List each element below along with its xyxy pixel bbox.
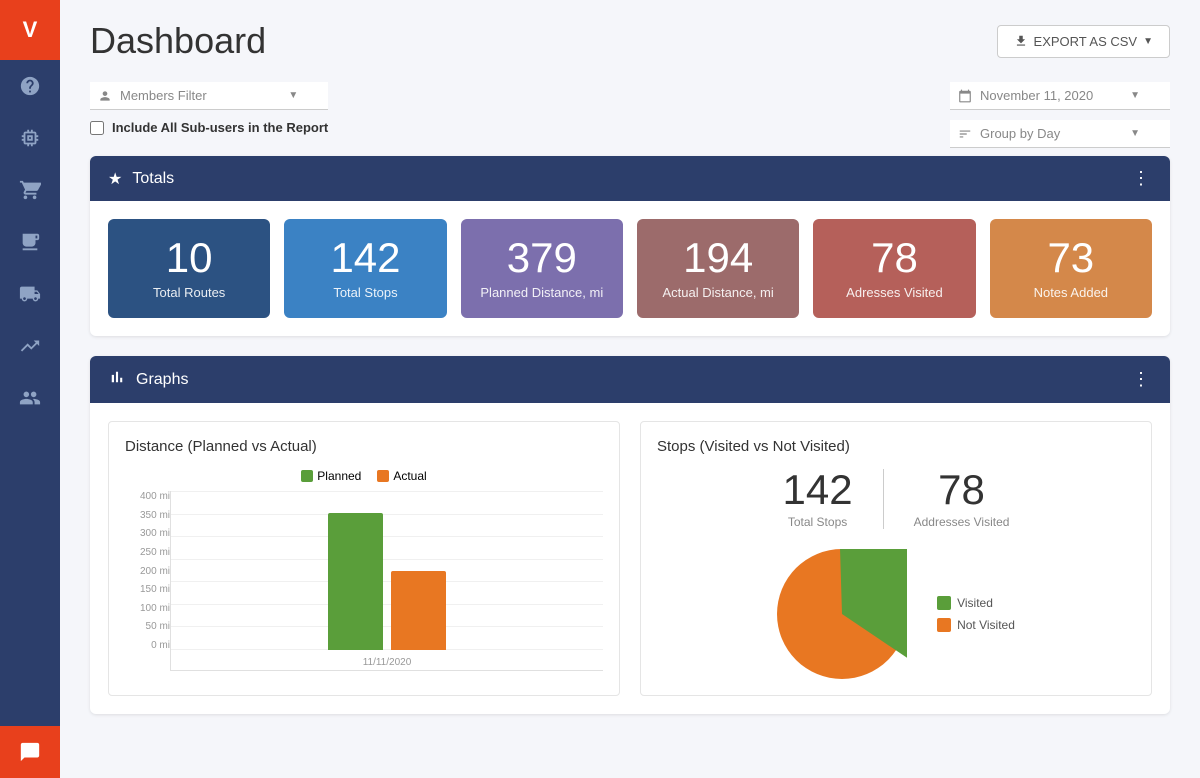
group-by-arrow: ▼ [1130, 128, 1140, 139]
addresses-num: 78 [827, 237, 961, 279]
total-card-stops: 142 Total Stops [284, 219, 446, 318]
totals-star-icon: ★ [108, 169, 122, 189]
graphs-header-left: Graphs [108, 368, 188, 391]
stops-label: Total Stops [298, 285, 432, 300]
legend-actual: Actual [377, 469, 426, 483]
bars-row [181, 491, 593, 650]
sidebar-logo[interactable]: V [0, 0, 60, 60]
date-filter-dropdown[interactable]: November 11, 2020 ▼ [950, 82, 1170, 110]
graphs-title: Graphs [136, 371, 188, 389]
pie-total-stops-num: 142 [783, 469, 853, 511]
members-filter-label: Members Filter [120, 88, 207, 103]
total-card-actual: 194 Actual Distance, mi [637, 219, 799, 318]
pie-total-stops-label: Total Stops [783, 515, 853, 529]
include-subusers-row: Include All Sub-users in the Report [90, 120, 328, 135]
stops-num: 142 [298, 237, 432, 279]
actual-label: Actual Distance, mi [651, 285, 785, 300]
pie-stat-stops: 142 Total Stops [753, 469, 883, 529]
x-axis-label: 11/11/2020 [171, 657, 603, 668]
graphs-menu-icon[interactable]: ⋮ [1132, 369, 1152, 390]
members-filter-arrow: ▼ [288, 90, 298, 101]
export-csv-button[interactable]: EXPORT AS CSV ▼ [997, 25, 1170, 58]
addresses-label: Adresses Visited [827, 285, 961, 300]
date-filter-arrow: ▼ [1130, 90, 1140, 101]
totals-header-left: ★ Totals [108, 169, 174, 189]
export-chevron-icon: ▼ [1143, 36, 1153, 47]
bar-planned [328, 513, 383, 650]
legend-visited-label: Visited [957, 596, 993, 610]
notes-label: Notes Added [1004, 285, 1138, 300]
pie-stats: 142 Total Stops 78 Addresses Visited [657, 469, 1135, 529]
routes-label: Total Routes [122, 285, 256, 300]
sidebar-item-vehicles[interactable] [0, 268, 60, 320]
pie-chart-title: Stops (Visited vs Not Visited) [657, 438, 1135, 455]
pie-chart-panel: Stops (Visited vs Not Visited) 142 Total… [640, 421, 1152, 696]
totals-menu-icon[interactable]: ⋮ [1132, 168, 1152, 189]
sidebar-item-users[interactable] [0, 372, 60, 424]
legend-actual-label: Actual [393, 469, 426, 483]
pie-legend-not-visited: Not Visited [937, 618, 1015, 632]
include-subusers-label: Include All Sub-users in the Report [112, 120, 328, 135]
group-by-dropdown[interactable]: Group by Day ▼ [950, 120, 1170, 148]
graphs-inner: Distance (Planned vs Actual) Planned Act… [90, 403, 1170, 714]
export-label: EXPORT AS CSV [1034, 34, 1138, 49]
totals-section: ★ Totals ⋮ 10 Total Routes 142 Total Sto… [90, 156, 1170, 336]
include-subusers-checkbox[interactable] [90, 121, 104, 135]
filters-row: Members Filter ▼ Include All Sub-users i… [90, 82, 1170, 148]
filter-right: November 11, 2020 ▼ Group by Day ▼ [950, 82, 1170, 148]
routes-num: 10 [122, 237, 256, 279]
total-card-addresses: 78 Adresses Visited [813, 219, 975, 318]
bar-actual [391, 571, 446, 651]
actual-num: 194 [651, 237, 785, 279]
bar-chart-legend: Planned Actual [125, 469, 603, 483]
total-card-planned: 379 Planned Distance, mi [461, 219, 623, 318]
totals-title: Totals [132, 170, 174, 188]
sidebar-item-routes[interactable] [0, 112, 60, 164]
graphs-header: Graphs ⋮ [90, 356, 1170, 403]
legend-planned: Planned [301, 469, 361, 483]
chart-area: 11/11/2020 [170, 491, 603, 671]
main-content: Dashboard EXPORT AS CSV ▼ Members Filter… [60, 0, 1200, 778]
pie-stat-addresses: 78 Addresses Visited [884, 469, 1040, 529]
pie-panel-inner: 142 Total Stops 78 Addresses Visited [657, 469, 1135, 679]
total-card-routes: 10 Total Routes [108, 219, 270, 318]
bar-chart-title: Distance (Planned vs Actual) [125, 438, 603, 455]
bar-chart: 400 mi 350 mi 300 mi 250 mi 200 mi 150 m… [125, 491, 603, 671]
legend-not-visited-box [937, 618, 951, 632]
page-title: Dashboard [90, 20, 266, 62]
graphs-section: Graphs ⋮ Distance (Planned vs Actual) Pl… [90, 356, 1170, 714]
legend-visited-box [937, 596, 951, 610]
filter-left: Members Filter ▼ Include All Sub-users i… [90, 82, 328, 135]
sidebar-item-orders[interactable] [0, 164, 60, 216]
legend-planned-label: Planned [317, 469, 361, 483]
y-axis: 400 mi 350 mi 300 mi 250 mi 200 mi 150 m… [125, 491, 170, 671]
sidebar-item-analytics[interactable] [0, 320, 60, 372]
sidebar-item-dispatch[interactable] [0, 216, 60, 268]
bar-chart-panel: Distance (Planned vs Actual) Planned Act… [108, 421, 620, 696]
legend-not-visited-label: Not Visited [957, 618, 1015, 632]
planned-num: 379 [475, 237, 609, 279]
members-filter-dropdown[interactable]: Members Filter ▼ [90, 82, 328, 110]
sidebar-chat[interactable] [0, 726, 60, 778]
planned-label: Planned Distance, mi [475, 285, 609, 300]
group-by-label: Group by Day [980, 126, 1060, 141]
notes-num: 73 [1004, 237, 1138, 279]
date-filter-label: November 11, 2020 [980, 88, 1093, 103]
pie-chart-svg [777, 549, 907, 679]
sidebar-item-help[interactable] [0, 60, 60, 112]
sidebar: V [0, 0, 60, 778]
pie-addresses-label: Addresses Visited [914, 515, 1010, 529]
pie-chart-row: Visited Not Visited [657, 549, 1135, 679]
page-header: Dashboard EXPORT AS CSV ▼ [90, 20, 1170, 62]
total-card-notes: 73 Notes Added [990, 219, 1152, 318]
pie-legend-visited: Visited [937, 596, 1015, 610]
graphs-bar-icon [108, 368, 126, 391]
totals-header: ★ Totals ⋮ [90, 156, 1170, 201]
legend-actual-box [377, 470, 389, 482]
totals-grid: 10 Total Routes 142 Total Stops 379 Plan… [90, 201, 1170, 336]
pie-addresses-num: 78 [914, 469, 1010, 511]
pie-legend: Visited Not Visited [937, 596, 1015, 632]
legend-planned-box [301, 470, 313, 482]
